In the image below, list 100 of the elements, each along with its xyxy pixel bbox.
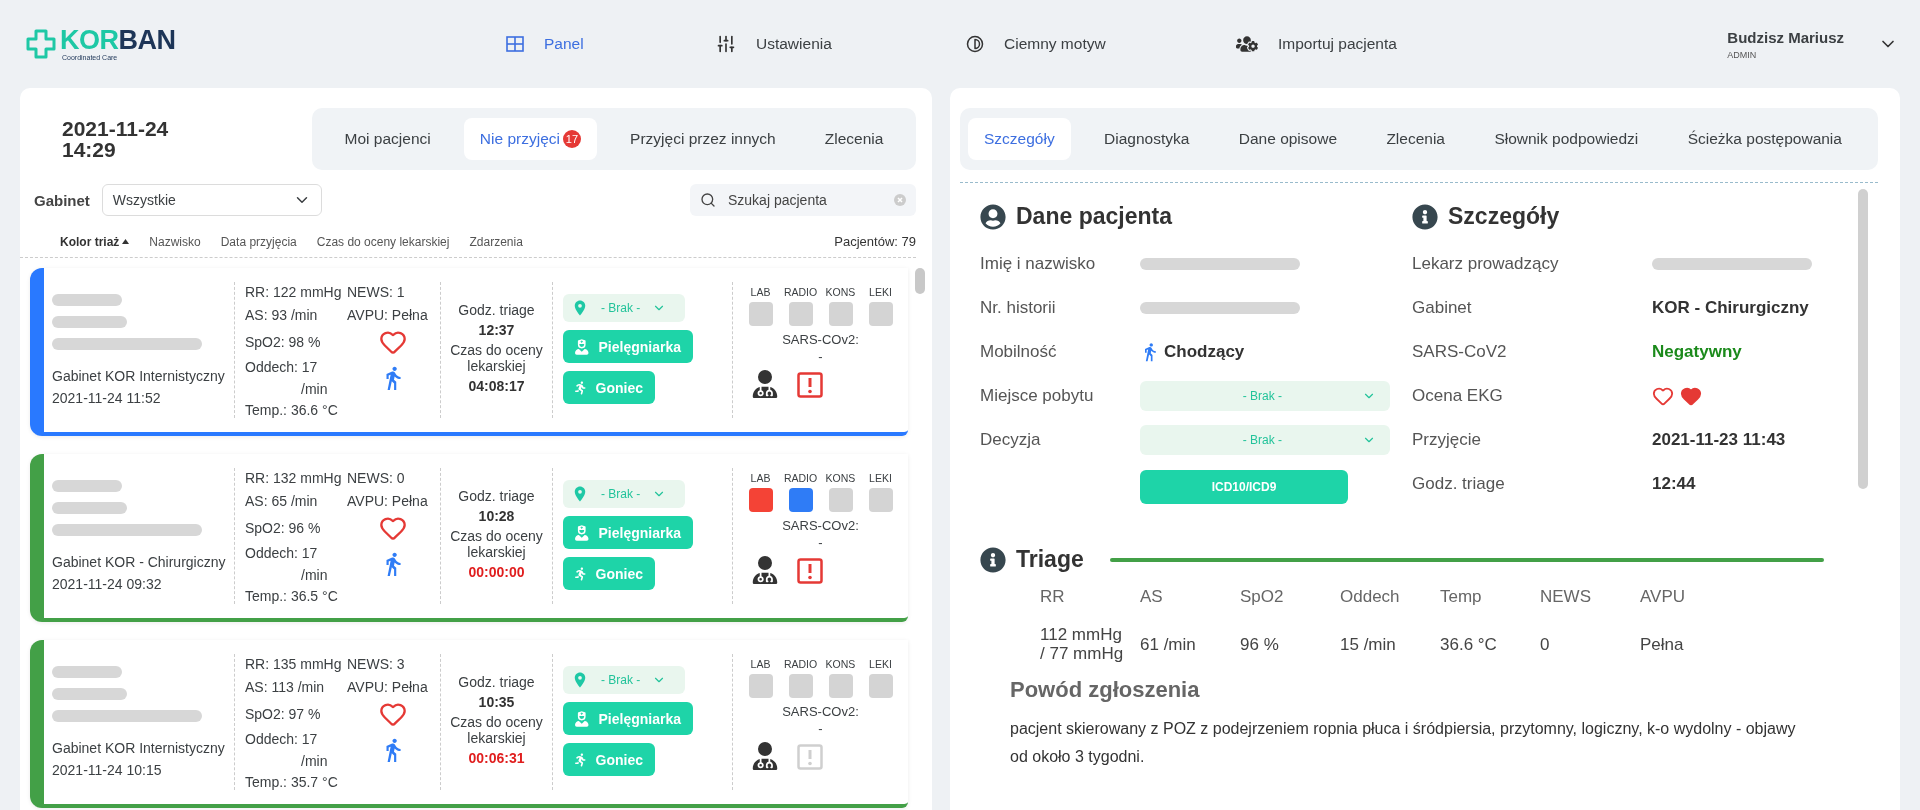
triage-label: Godz. triage: [458, 302, 535, 319]
tab[interactable]: Słownik podpowiedzi: [1478, 118, 1655, 160]
location-value: - Brak -: [601, 673, 641, 687]
running-person-icon: [575, 379, 586, 396]
tab[interactable]: Nie przyjęci 17: [463, 118, 597, 160]
test-status-square[interactable]: [788, 488, 813, 512]
evaluation-countdown: 04:08:17: [468, 378, 525, 395]
spo2-value: SpO2: 98 %: [245, 334, 321, 350]
triage-label: Godz. triage: [458, 488, 535, 505]
tab[interactable]: Moi pacjenci: [328, 118, 447, 160]
clear-icon[interactable]: [894, 194, 906, 206]
avpu-value: AVPU: Pełna: [347, 679, 428, 695]
search-input[interactable]: Szukaj pacjenta: [726, 191, 884, 209]
doctor-icon[interactable]: [751, 369, 779, 398]
sliders-icon: [716, 34, 736, 54]
clinic-name: Gabinet KOR - Chirurgiczny: [52, 554, 227, 570]
sort-option[interactable]: Nazwisko: [149, 234, 201, 249]
scrollbar-thumb[interactable]: [1858, 189, 1868, 489]
vital-value: 96 %: [1240, 633, 1280, 656]
tab[interactable]: Diagnostyka: [1088, 118, 1206, 160]
patient-card[interactable]: [30, 268, 908, 436]
count-badge: 17: [562, 130, 581, 148]
evaluation-label: Czas do oceny lekarskiej: [449, 713, 544, 748]
logo-text: BAN: [118, 27, 176, 54]
status-value: Negatywny: [1652, 342, 1742, 362]
test-label: KONS: [825, 658, 856, 670]
detail-value: KOR - Chirurgiczny: [1652, 298, 1809, 318]
vital-header: Temp: [1440, 587, 1483, 608]
field-label: Przyjęcie: [1412, 430, 1482, 450]
search-field[interactable]: Szukaj pacjenta: [690, 184, 916, 216]
sort-option[interactable]: Data przyjęcia: [220, 234, 297, 249]
reason-text: pacjent skierowany z POZ z podejrzeniem ropnia płuca i śródpiersia, przytomny, logiczny, k-o wydolny - objawy od około 3 tygodni.: [1010, 719, 1797, 767]
nav-link[interactable]: Importuj pacjenta: [1236, 33, 1636, 55]
news-score: NEWS: 3: [347, 656, 405, 672]
nav-link[interactable]: Ciemny motyw: [966, 33, 1236, 55]
location-value: - Brak -: [601, 487, 641, 501]
breath-rate: Oddech: 17: [245, 359, 318, 375]
test-label: KONS: [825, 472, 856, 484]
nav-link[interactable]: Panel: [506, 33, 716, 55]
blood-pressure: RR: 122 mmHg: [245, 284, 342, 300]
admission-date: 2021-11-24 10:15: [52, 762, 163, 778]
current-date: 2021-11-24: [62, 117, 170, 139]
vital-header: SpO2: [1240, 587, 1285, 608]
temperature: Temp.: 35.7 °C: [245, 774, 338, 790]
users-gear-icon: [1236, 33, 1258, 55]
info-icon: [980, 546, 1006, 573]
evaluation-countdown: 00:06:31: [468, 750, 525, 767]
vital-value: 112 mmHg / 77 mmHg: [1040, 625, 1125, 665]
scrollbar-thumb[interactable]: [915, 268, 925, 294]
field-label: Imię i nazwisko: [980, 254, 1097, 274]
nav-link[interactable]: Ustawienia: [716, 33, 966, 55]
patient-count: Pacjentów: 79: [834, 234, 916, 249]
sars-label: SARS-COv2:: [782, 518, 859, 535]
avpu-value: AVPU: Pełna: [347, 493, 428, 509]
field-label: Ocena EKG: [1412, 386, 1504, 406]
info-icon: [1412, 203, 1438, 230]
vital-header: AS: [1140, 587, 1164, 608]
test-label: LEKI: [869, 286, 892, 298]
test-label: RADIO: [783, 658, 818, 670]
running-person-icon: [575, 751, 586, 768]
field-label: SARS-CoV2: [1412, 342, 1508, 362]
doctor-icon[interactable]: [751, 555, 779, 584]
tab[interactable]: Zlecenia: [808, 118, 900, 160]
clinic-name: Gabinet KOR Internistyczny: [52, 740, 226, 756]
vital-value: 61 /min: [1140, 633, 1197, 656]
tab[interactable]: Przyjęci przez innych: [614, 118, 792, 160]
sars-value: -: [818, 348, 823, 366]
heart-rate: AS: 65 /min: [245, 493, 318, 509]
patient-card[interactable]: [30, 454, 908, 622]
evaluation-countdown: 00:00:00: [468, 564, 525, 581]
triage-label: Godz. triage: [458, 674, 535, 691]
mobility-value: Chodzący: [1164, 342, 1245, 362]
field-label: Godz. triage: [1412, 474, 1506, 494]
field-label: Nr. historii: [980, 298, 1057, 318]
spo2-value: SpO2: 97 %: [245, 706, 321, 722]
triage-time: 10:35: [478, 693, 515, 711]
tab[interactable]: Ścieżka postępowania: [1671, 118, 1858, 160]
triage-time: 10:28: [478, 507, 515, 525]
doctor-icon[interactable]: [751, 741, 779, 770]
sort-option[interactable]: Kolor triaż: [60, 234, 130, 249]
patient-card[interactable]: [30, 640, 908, 808]
sort-option[interactable]: Zdarzenia: [469, 234, 523, 249]
spo2-value: SpO2: 96 %: [245, 520, 321, 536]
heart-icon: [379, 700, 407, 728]
sars-value: -: [818, 720, 823, 738]
admission-date: 2021-11-24 11:52: [52, 390, 162, 406]
user-role: ADMIN: [1727, 49, 1758, 60]
section-title: Dane pacjenta: [1016, 203, 1172, 230]
clinic-select[interactable]: Wszystkie: [101, 184, 322, 216]
current-time: 14:29: [62, 139, 117, 161]
tab[interactable]: Dane opisowe: [1222, 118, 1353, 160]
test-label: LAB: [750, 658, 771, 670]
tab[interactable]: Zlecenia: [1370, 118, 1461, 160]
test-status-square[interactable]: [748, 488, 773, 512]
tab[interactable]: Szczegóły: [968, 118, 1071, 160]
reason-title: Powód zgłoszenia: [1010, 677, 1201, 703]
temperature: Temp.: 36.6 °C: [245, 402, 338, 418]
sort-option[interactable]: Czas do oceny lekarskiej: [316, 234, 450, 249]
test-label: LEKI: [869, 658, 892, 670]
sars-label: SARS-COv2:: [782, 332, 859, 349]
